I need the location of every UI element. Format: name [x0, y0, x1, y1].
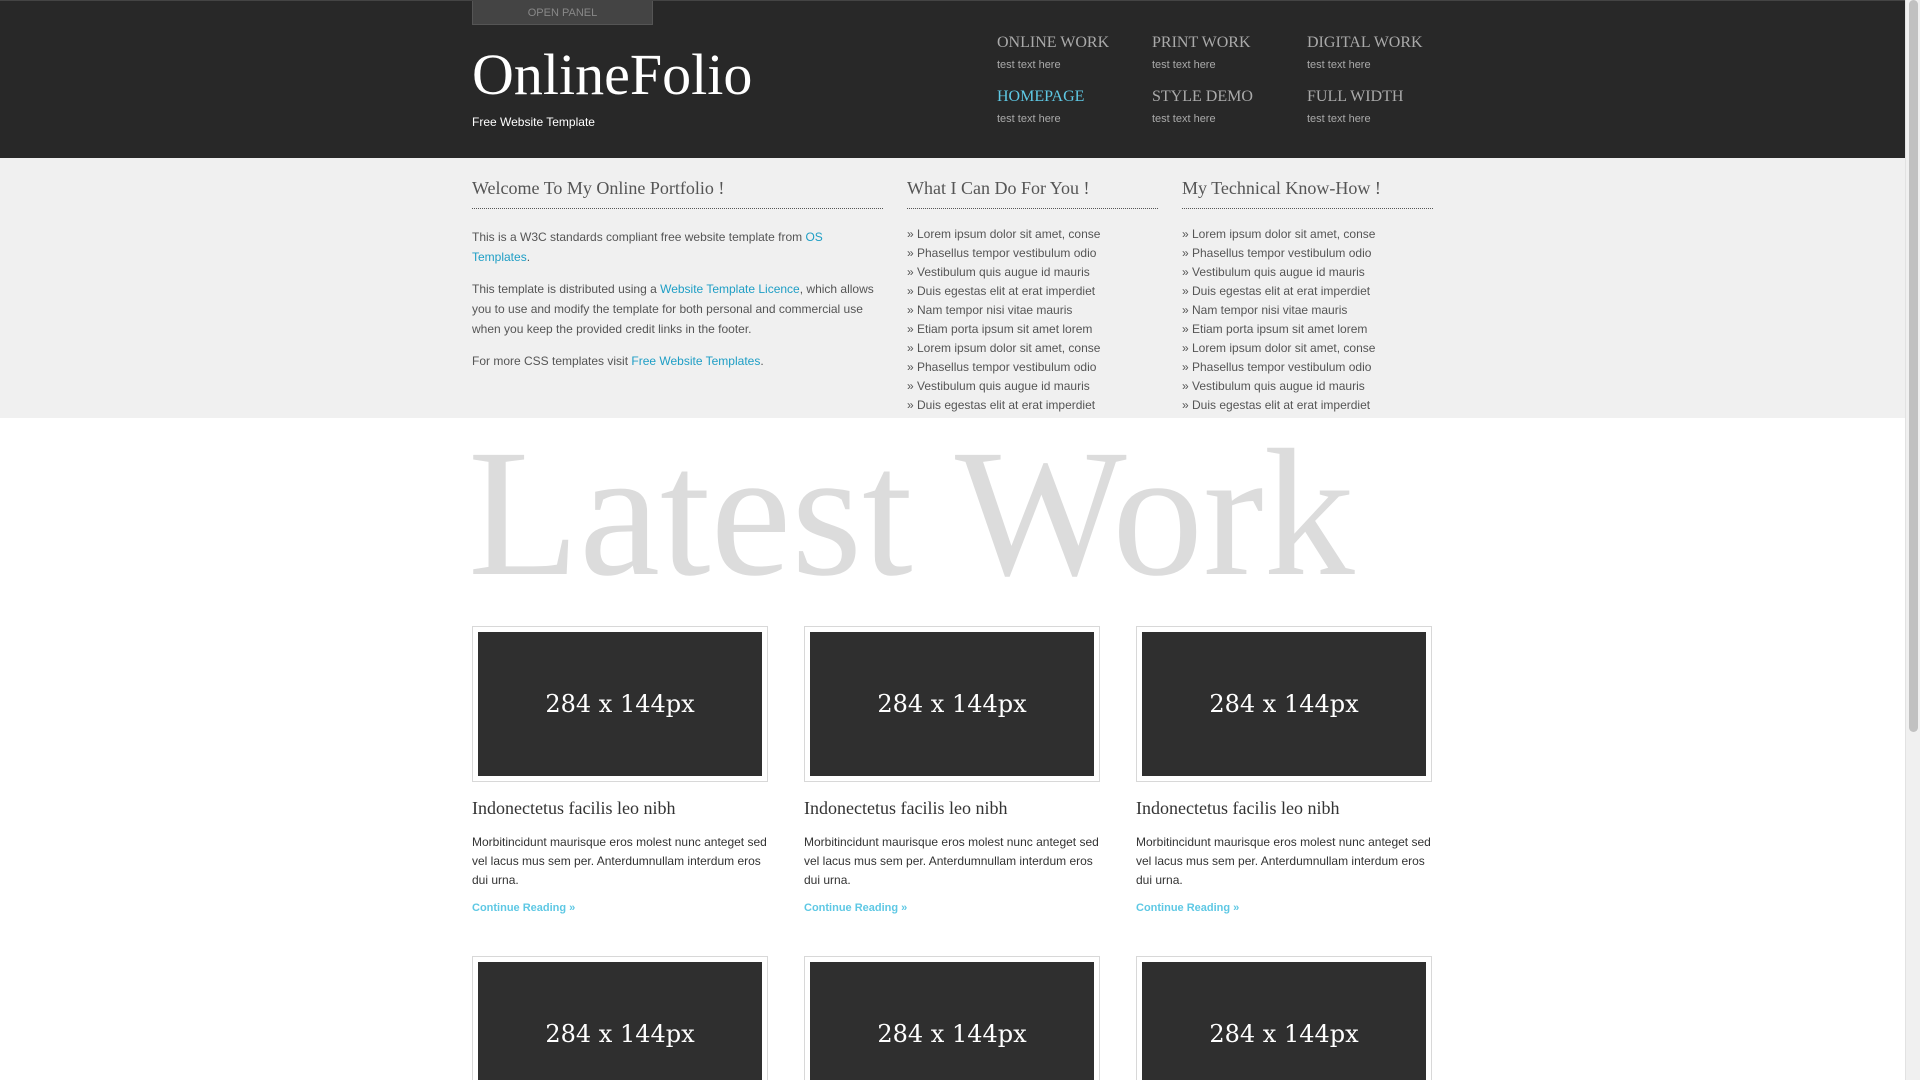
- list-item: » Vestibulum quis augue id mauris: [1182, 379, 1365, 393]
- latest-work-heading: Latest Work: [468, 413, 1355, 614]
- nav-item-online-work[interactable]: ONLINE WORK test text here: [997, 33, 1152, 71]
- nav-subtitle: test text here: [1307, 113, 1371, 125]
- list-item: » Phasellus tempor vestibulum odio: [907, 246, 1097, 260]
- services-column: What I Can Do For You ! » Lorem ipsum do…: [907, 178, 1158, 415]
- welcome-paragraph: This is a W3C standards compliant free w…: [472, 227, 883, 267]
- list-item: » Lorem ipsum dolor sit amet, conse: [1182, 227, 1376, 241]
- portfolio-card: 284 x 144px: [1136, 956, 1432, 1080]
- card-title: Indonectetus facilis leo nibh: [472, 798, 676, 818]
- template-licence-link[interactable]: Website Template Licence: [660, 282, 800, 296]
- list-item: » Vestibulum quis augue id mauris: [1182, 265, 1365, 279]
- paragraph-text: This template is distributed using a: [472, 282, 661, 296]
- card-text: Morbitincidunt maurisque eros molest nun…: [1136, 835, 1431, 887]
- scrollbar-thumb[interactable]: [1909, 0, 1918, 732]
- nav-item-full-width[interactable]: FULL WIDTH test text here: [1307, 87, 1462, 125]
- list-item: » Vestibulum quis augue id mauris: [907, 379, 1090, 393]
- list-item: » Lorem ipsum dolor sit amet, conse: [907, 227, 1101, 241]
- tech-list: » Lorem ipsum dolor sit amet, conse » Ph…: [1182, 225, 1433, 415]
- card-title: Indonectetus facilis leo nibh: [804, 798, 1008, 818]
- nav-title: DIGITAL WORK: [1307, 34, 1423, 51]
- portfolio-card: 284 x 144px: [472, 956, 768, 1080]
- list-item: » Phasellus tempor vestibulum odio: [1182, 360, 1372, 374]
- free-templates-link[interactable]: Free Website Templates: [631, 354, 760, 368]
- nav-title: ONLINE WORK: [997, 34, 1110, 51]
- page-scrollbar[interactable]: [1905, 0, 1920, 1080]
- thumbnail-frame[interactable]: 284 x 144px: [804, 956, 1100, 1080]
- paragraph-text: .: [526, 250, 531, 264]
- portfolio-card: 284 x 144px: [804, 956, 1100, 1080]
- nav-item-digital-work[interactable]: DIGITAL WORK test text here: [1307, 33, 1462, 71]
- nav-title: FULL WIDTH: [1307, 88, 1404, 105]
- list-item: » Nam tempor nisi vitae mauris: [907, 303, 1073, 317]
- page: OPEN PANEL OnlineFolio Free Website Temp…: [0, 0, 1905, 418]
- card-text: Morbitincidunt maurisque eros molest nun…: [472, 835, 767, 887]
- intro-band: Welcome To My Online Portfolio ! This is…: [0, 158, 1905, 418]
- list-item: » Vestibulum quis augue id mauris: [907, 265, 1090, 279]
- paragraph-text: For more CSS templates visit: [472, 354, 632, 368]
- nav-subtitle: test text here: [997, 113, 1061, 125]
- services-heading: What I Can Do For You !: [907, 178, 1158, 209]
- thumbnail-placeholder: 284 x 144px: [478, 962, 762, 1080]
- thumbnail-frame[interactable]: 284 x 144px: [1136, 626, 1432, 782]
- paragraph-text: This is a W3C standards compliant free w…: [472, 230, 806, 244]
- site-header: OPEN PANEL OnlineFolio Free Website Temp…: [0, 0, 1905, 158]
- portfolio-card: 284 x 144px Indonectetus facilis leo nib…: [804, 626, 1100, 914]
- thumbnail-placeholder: 284 x 144px: [810, 962, 1094, 1080]
- list-item: » Phasellus tempor vestibulum odio: [1182, 246, 1372, 260]
- services-list: » Lorem ipsum dolor sit amet, conse » Ph…: [907, 225, 1158, 415]
- license-paragraph: This template is distributed using a Web…: [472, 279, 883, 339]
- welcome-heading: Welcome To My Online Portfolio !: [472, 178, 883, 209]
- nav-item-homepage[interactable]: HOMEPAGE test text here: [997, 87, 1152, 125]
- nav-title: HOMEPAGE: [997, 88, 1085, 105]
- list-item: » Nam tempor nisi vitae mauris: [1182, 303, 1348, 317]
- nav-subtitle: test text here: [1307, 59, 1371, 71]
- thumbnail-placeholder: 284 x 144px: [810, 632, 1094, 776]
- paragraph-text: .: [760, 354, 764, 368]
- list-item: » Duis egestas elit at erat imperdiet: [907, 284, 1096, 298]
- site-tagline: Free Website Template: [472, 115, 595, 129]
- list-item: » Lorem ipsum dolor sit amet, conse: [907, 341, 1101, 355]
- nav-item-print-work[interactable]: PRINT WORK test text here: [1152, 33, 1307, 71]
- continue-reading-link[interactable]: Continue Reading »: [472, 902, 575, 914]
- nav-title: PRINT WORK: [1152, 34, 1251, 51]
- thumbnail-frame[interactable]: 284 x 144px: [472, 626, 768, 782]
- thumbnail-placeholder: 284 x 144px: [1142, 962, 1426, 1080]
- main-nav: ONLINE WORK test text here PRINT WORK te…: [997, 33, 1465, 125]
- card-text: Morbitincidunt maurisque eros molest nun…: [804, 835, 1099, 887]
- list-item: » Etiam porta ipsum sit amet lorem: [907, 322, 1093, 336]
- list-item: » Lorem ipsum dolor sit amet, conse: [1182, 341, 1376, 355]
- continue-reading-link[interactable]: Continue Reading »: [1136, 902, 1239, 914]
- portfolio-card: 284 x 144px Indonectetus facilis leo nib…: [1136, 626, 1432, 914]
- thumbnail-frame[interactable]: 284 x 144px: [472, 956, 768, 1080]
- nav-subtitle: test text here: [997, 59, 1061, 71]
- thumbnail-placeholder: 284 x 144px: [478, 632, 762, 776]
- nav-item-style-demo[interactable]: STYLE DEMO test text here: [1152, 87, 1307, 125]
- card-title: Indonectetus facilis leo nibh: [1136, 798, 1340, 818]
- thumbnail-frame[interactable]: 284 x 144px: [1136, 956, 1432, 1080]
- nav-subtitle: test text here: [1152, 113, 1216, 125]
- more-templates-paragraph: For more CSS templates visit Free Websit…: [472, 351, 883, 371]
- list-item: » Phasellus tempor vestibulum odio: [907, 360, 1097, 374]
- continue-reading-link[interactable]: Continue Reading »: [804, 902, 907, 914]
- welcome-column: Welcome To My Online Portfolio ! This is…: [472, 178, 883, 383]
- open-panel-button[interactable]: OPEN PANEL: [472, 1, 653, 25]
- list-item: » Duis egestas elit at erat imperdiet: [1182, 284, 1371, 298]
- thumbnail-placeholder: 284 x 144px: [1142, 632, 1426, 776]
- nav-subtitle: test text here: [1152, 59, 1216, 71]
- tech-heading: My Technical Know-How !: [1182, 178, 1433, 209]
- site-logo[interactable]: OnlineFolio: [472, 41, 752, 108]
- portfolio-card: 284 x 144px Indonectetus facilis leo nib…: [472, 626, 768, 914]
- tech-column: My Technical Know-How ! » Lorem ipsum do…: [1182, 178, 1433, 415]
- thumbnail-frame[interactable]: 284 x 144px: [804, 626, 1100, 782]
- nav-title: STYLE DEMO: [1152, 88, 1253, 105]
- list-item: » Etiam porta ipsum sit amet lorem: [1182, 322, 1368, 336]
